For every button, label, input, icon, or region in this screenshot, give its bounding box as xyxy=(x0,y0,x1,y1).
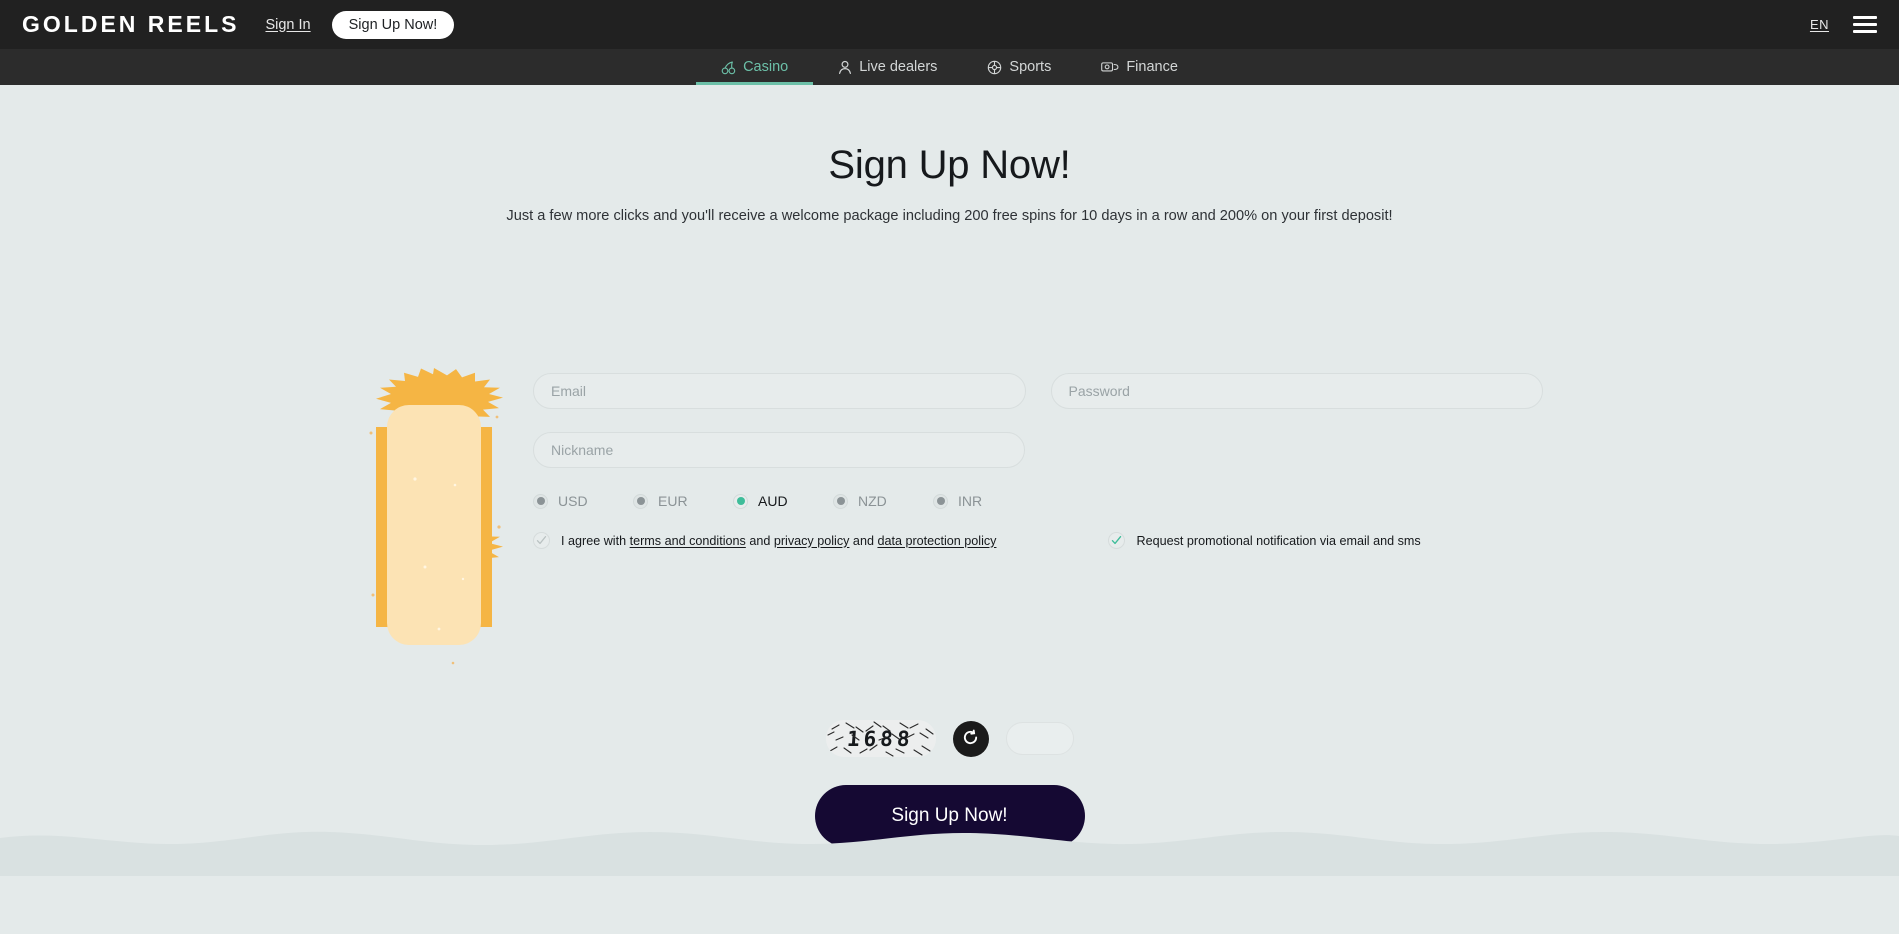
currency-label: USD xyxy=(558,493,588,509)
currency-label: EUR xyxy=(658,493,688,509)
person-icon xyxy=(838,60,852,75)
nav-tab-live-dealers[interactable]: Live dealers xyxy=(813,49,962,85)
currency-selector: USD EUR AUD NZD INR xyxy=(533,493,1543,509)
password-field[interactable] xyxy=(1050,373,1543,409)
checkmark-icon[interactable] xyxy=(533,532,550,549)
currency-option-aud[interactable]: AUD xyxy=(733,493,833,509)
terms-label: I agree with terms and conditions and pr… xyxy=(561,534,996,548)
starburst-shape xyxy=(369,368,503,665)
currency-label: AUD xyxy=(758,493,788,509)
captcha-input-field[interactable] xyxy=(1005,722,1074,755)
password-input[interactable] xyxy=(1068,383,1525,399)
sign-in-link[interactable]: Sign In xyxy=(265,17,310,33)
cherries-icon xyxy=(721,60,736,75)
header-right-group: EN xyxy=(1810,16,1877,33)
nickname-field[interactable] xyxy=(533,432,1025,468)
submit-area: Sign Up Now! xyxy=(0,785,1899,847)
radio-icon xyxy=(533,493,548,509)
agreements-row: I agree with terms and conditions and pr… xyxy=(533,532,1543,549)
main-navigation: Casino Live dealers Sports Finance xyxy=(0,49,1899,85)
radio-icon xyxy=(833,493,848,509)
terms-checkbox-group[interactable]: I agree with terms and conditions and pr… xyxy=(533,532,996,549)
currency-option-inr[interactable]: INR xyxy=(933,493,1033,509)
currency-option-usd[interactable]: USD xyxy=(533,493,633,509)
terms-sep-2: and xyxy=(849,533,878,548)
nav-tab-casino[interactable]: Casino xyxy=(696,49,814,85)
captcha-image: 1688 xyxy=(825,720,936,757)
money-card-icon xyxy=(1101,60,1119,74)
credentials-row xyxy=(533,373,1543,409)
captcha-noise-overlay xyxy=(826,721,934,757)
ball-icon xyxy=(987,60,1002,75)
captcha-input[interactable] xyxy=(1006,723,1073,754)
page-subtitle: Just a few more clicks and you'll receiv… xyxy=(506,208,1393,224)
hamburger-menu-icon[interactable] xyxy=(1853,16,1877,33)
currency-option-nzd[interactable]: NZD xyxy=(833,493,933,509)
captcha-refresh-button[interactable] xyxy=(952,720,989,757)
header-sign-up-button[interactable]: Sign Up Now! xyxy=(331,10,455,39)
privacy-policy-link[interactable]: privacy policy xyxy=(774,534,850,548)
radio-icon xyxy=(933,493,948,509)
currency-label: NZD xyxy=(858,493,887,509)
currency-option-eur[interactable]: EUR xyxy=(633,493,733,509)
refresh-icon xyxy=(962,729,979,749)
email-input[interactable] xyxy=(551,383,1008,399)
starburst-decoration xyxy=(363,367,505,677)
data-protection-policy-link[interactable]: data protection policy xyxy=(877,534,996,548)
sign-up-submit-button[interactable]: Sign Up Now! xyxy=(814,785,1085,847)
captcha-row: 1688 xyxy=(0,720,1899,757)
nav-tab-finance[interactable]: Finance xyxy=(1076,49,1203,85)
nav-tab-sports[interactable]: Sports xyxy=(962,49,1076,85)
nav-tab-label: Live dealers xyxy=(859,59,938,75)
currency-label: INR xyxy=(958,493,983,509)
nav-tab-label: Casino xyxy=(743,59,789,75)
signup-form: USD EUR AUD NZD INR xyxy=(533,373,1543,549)
main-content: Sign Up Now! Just a few more clicks and … xyxy=(0,85,1899,934)
top-header: GOLDEN REELS Sign In Sign Up Now! EN xyxy=(0,0,1899,49)
promo-checkbox-group[interactable]: Request promotional notification via ema… xyxy=(1108,532,1421,549)
page-title: Sign Up Now! xyxy=(828,143,1071,187)
site-logo[interactable]: GOLDEN REELS xyxy=(22,11,239,38)
email-field[interactable] xyxy=(533,373,1026,409)
nav-tab-label: Sports xyxy=(1009,59,1052,75)
checkmark-icon-checked[interactable] xyxy=(1108,532,1126,549)
nickname-row xyxy=(533,432,1543,468)
nav-tab-label: Finance xyxy=(1126,59,1178,75)
terms-and-conditions-link[interactable]: terms and conditions xyxy=(630,534,746,548)
radio-icon xyxy=(633,493,648,509)
terms-sep-1: and xyxy=(745,533,774,548)
language-selector[interactable]: EN xyxy=(1810,17,1829,32)
nickname-input[interactable] xyxy=(551,442,1007,458)
radio-icon-selected xyxy=(733,493,748,509)
promo-label: Request promotional notification via ema… xyxy=(1136,533,1421,548)
terms-prefix: I agree with xyxy=(561,533,630,548)
